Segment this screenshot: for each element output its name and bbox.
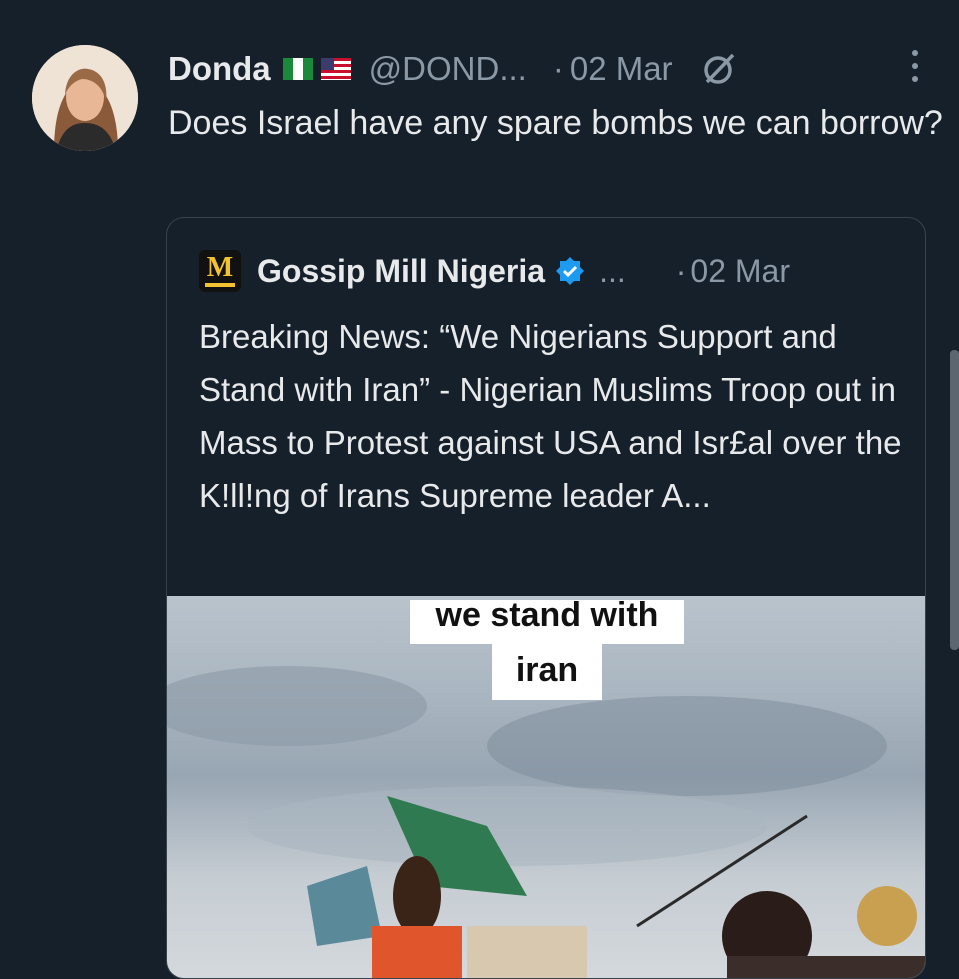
avatar[interactable] [32,45,138,151]
tweet-date[interactable]: 02 Mar [570,50,673,88]
quote-text: Breaking News: “We Nigerians Support and… [199,318,902,514]
usa-flag-icon [320,50,351,88]
quote-author-name[interactable]: Gossip Mill Nigeria [257,253,545,290]
avatar-image [32,45,138,151]
author-name[interactable]: Donda [168,50,271,88]
caption-line-2: iran [491,644,603,700]
grok-icon[interactable] [701,51,737,87]
verified-icon [555,256,585,286]
quote-handle-truncated: ... [599,252,626,289]
more-icon[interactable] [909,50,921,90]
tweet-text: Does Israel have any spare bombs we can … [168,104,943,142]
media-caption: we stand with iran [167,596,925,700]
quote-media-image[interactable]: we stand with iran [167,596,925,978]
quote-header: M Gossip Mill Nigeria ... · 02 Mar [199,248,895,294]
caption-line-1: we stand with [409,598,685,644]
gossip-mill-logo: M [199,250,241,292]
quote-separator: · [675,252,687,289]
scrollbar[interactable] [950,350,959,650]
nigeria-flag-icon [282,50,313,88]
author-handle[interactable]: @DOND... [369,50,527,88]
quote-date[interactable]: 02 Mar [690,253,790,290]
tweet-header: Donda @DOND... · 02 Mar [168,46,919,92]
separator: · [552,50,564,87]
quoted-tweet[interactable]: M Gossip Mill Nigeria ... · 02 Mar Break… [166,217,926,979]
